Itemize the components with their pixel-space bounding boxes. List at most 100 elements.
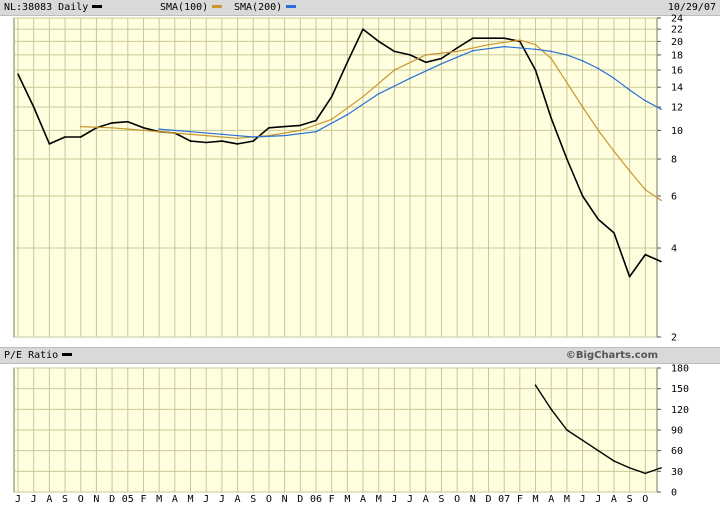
- sma200-point: [644, 99, 647, 102]
- sma100-point: [456, 50, 458, 53]
- sma100-point: [613, 150, 615, 153]
- pe-point: [566, 429, 568, 431]
- y-tick-label: 0: [671, 488, 677, 499]
- x-tick-label: J: [391, 494, 397, 505]
- pe-point: [550, 408, 553, 411]
- x-tick-label: J: [407, 494, 413, 505]
- x-tick-label: J: [203, 494, 209, 505]
- x-tick-label: O: [642, 494, 648, 505]
- x-tick-label: A: [423, 494, 429, 505]
- x-axis: J J A S O N D 05 F M A M J J A S O N D 06 F M A M J J A S O N D 07 F M A M J…: [15, 494, 648, 505]
- pe-y-axis: 0 30 60 90 120 150 180: [657, 364, 689, 499]
- x-tick-label: S: [627, 494, 633, 505]
- x-tick-label: J: [595, 494, 601, 505]
- x-tick-label: N: [282, 494, 288, 505]
- price-point: [566, 158, 568, 160]
- sma200-point: [409, 77, 411, 80]
- sma200-point: [503, 45, 505, 48]
- x-tick-label: J: [31, 494, 37, 505]
- pe-point: [628, 467, 631, 469]
- price-point: [64, 136, 66, 138]
- y-tick-label: 120: [671, 405, 689, 416]
- y-tick-label: 14: [671, 83, 683, 94]
- x-tick-label: N: [93, 494, 99, 505]
- pe-point: [660, 467, 662, 469]
- price-point: [472, 37, 474, 40]
- y-tick-label: 2: [671, 333, 677, 344]
- x-tick-label: O: [78, 494, 84, 505]
- price-point: [48, 143, 51, 145]
- price-point: [205, 141, 207, 144]
- sma200-point: [158, 128, 160, 130]
- sma100-point: [424, 54, 427, 56]
- price-point: [236, 143, 239, 145]
- sma200-point: [660, 108, 662, 110]
- sma200-point: [315, 130, 317, 133]
- sma200-point: [252, 136, 255, 138]
- sma100-point: [362, 95, 364, 98]
- price-point: [487, 37, 490, 40]
- sma100-point: [236, 137, 239, 140]
- sma200-point: [534, 48, 537, 51]
- x-tick-label: F: [517, 494, 523, 505]
- sma100-point: [550, 57, 553, 60]
- x-tick-label: 05: [122, 494, 134, 505]
- pe-point: [613, 460, 615, 462]
- price-point: [660, 260, 662, 263]
- y-tick-label: 22: [671, 25, 683, 36]
- x-tick-label: M: [533, 494, 539, 505]
- x-tick-label: O: [266, 494, 272, 505]
- y-tick-label: 90: [671, 426, 683, 437]
- price-point: [377, 40, 380, 43]
- y-tick-label: 24: [671, 14, 683, 25]
- x-tick-label: 07: [498, 494, 510, 505]
- sma100-point: [299, 129, 302, 132]
- sma100-point: [330, 118, 333, 121]
- price-point: [189, 140, 192, 142]
- price-point: [111, 122, 113, 124]
- x-tick-label: A: [548, 494, 554, 505]
- price-point: [315, 119, 317, 122]
- sma200-point: [221, 133, 223, 136]
- price-point: [581, 195, 584, 197]
- x-tick-label: M: [564, 494, 570, 505]
- price-point: [126, 120, 129, 123]
- y-tick-label: 10: [671, 126, 683, 137]
- x-tick-label: F: [140, 494, 146, 505]
- price-point: [252, 140, 255, 142]
- sma200-point: [283, 134, 286, 137]
- sma200-point: [377, 92, 380, 95]
- price-point: [550, 117, 553, 119]
- sma100-point: [393, 69, 396, 71]
- sma200-point: [613, 77, 615, 80]
- x-tick-label: J: [580, 494, 586, 505]
- sma100-point: [174, 132, 176, 134]
- price-point: [17, 73, 19, 75]
- price-plot-area: [13, 17, 658, 338]
- pe-point: [581, 439, 584, 442]
- sma200-point: [550, 50, 553, 53]
- sma100-point: [142, 129, 145, 132]
- y-tick-label: 4: [671, 244, 677, 255]
- x-tick-label: M: [187, 494, 193, 505]
- chart-canvas: 24681012141618202224 0306090120150180 JJ…: [13, 14, 689, 505]
- x-tick-label: D: [485, 494, 491, 505]
- price-y-axis: 24681012141618202224: [657, 14, 683, 344]
- y-tick-label: 18: [671, 50, 683, 61]
- x-tick-label: D: [109, 494, 115, 505]
- sma200-point: [189, 130, 192, 133]
- y-tick-label: 20: [671, 37, 683, 48]
- sma100-point: [566, 81, 568, 84]
- pe-point: [644, 472, 647, 475]
- y-tick-label: 180: [671, 364, 689, 375]
- pe-point: [534, 384, 537, 387]
- x-tick-label: A: [611, 494, 617, 505]
- x-tick-label: M: [344, 494, 350, 505]
- price-point: [79, 136, 82, 138]
- price-point: [268, 127, 270, 129]
- sma100-point: [628, 169, 631, 172]
- price-point: [456, 47, 458, 49]
- sma200-point: [440, 62, 443, 65]
- price-point: [346, 61, 349, 64]
- price-point: [644, 253, 647, 256]
